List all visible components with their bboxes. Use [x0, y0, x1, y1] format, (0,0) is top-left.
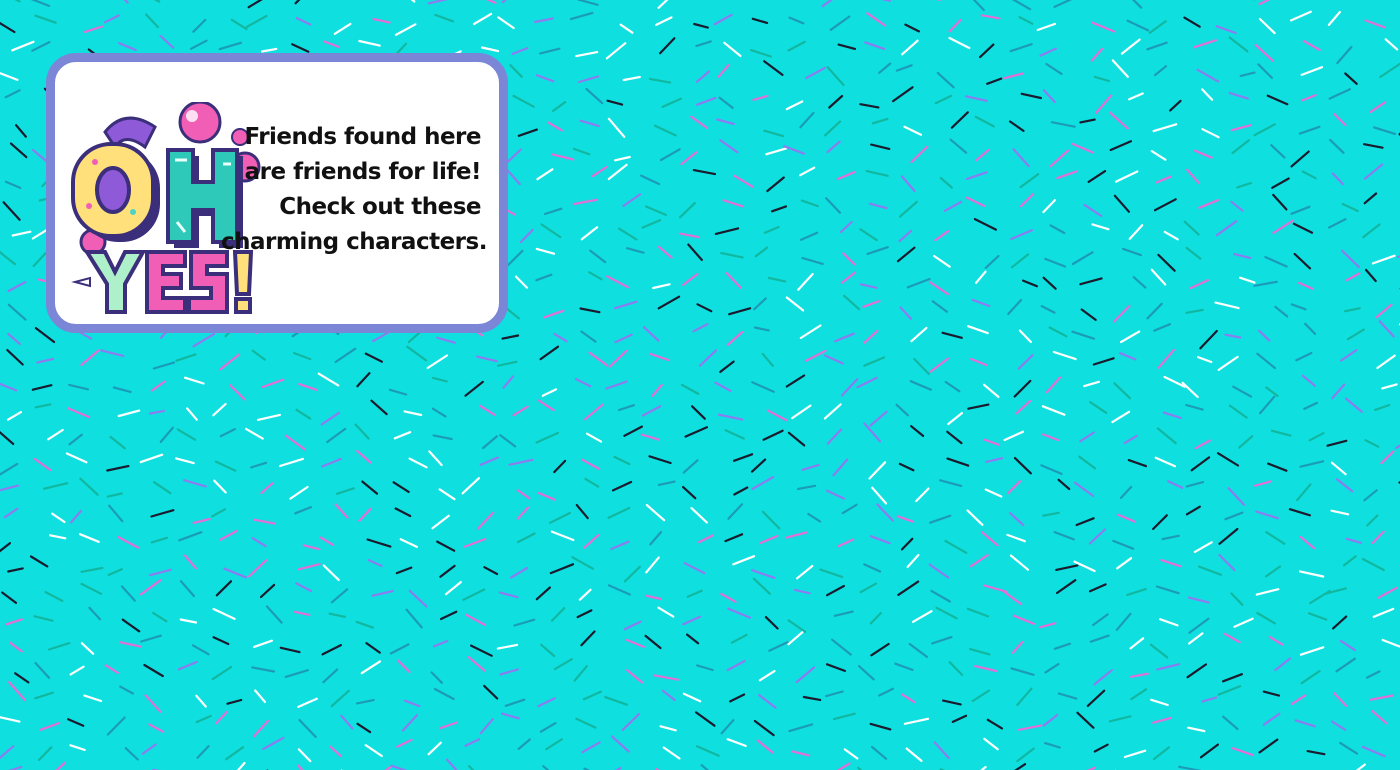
message-line-2: are friends for life! — [244, 159, 482, 185]
card-message: Friends found here are friends for life!… — [221, 120, 487, 260]
message-line-4: charming characters. — [221, 229, 487, 255]
message-line-3: Check out these — [279, 194, 481, 220]
message-line-1: Friends found here — [244, 124, 481, 150]
info-card: Friends found here are friends for life!… — [46, 53, 508, 333]
